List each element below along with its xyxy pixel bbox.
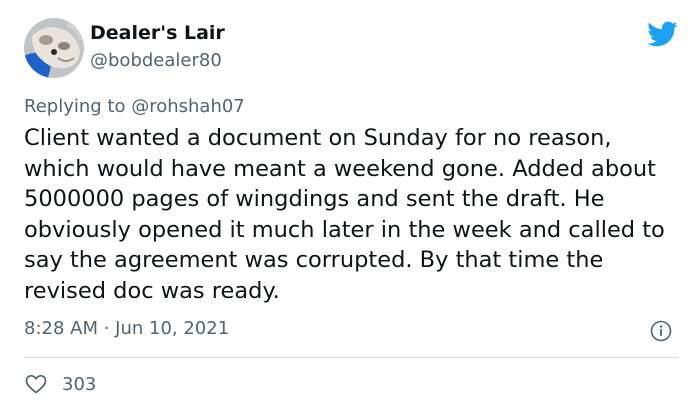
divider [24,357,678,358]
reply-prefix: Replying to [24,96,132,117]
tweet-card: Dealer's Lair @bobdealer80 Replying to @… [0,0,700,411]
like-count: 303 [62,373,97,395]
tweet-timestamp[interactable]: 8:28 AM · Jun 10, 2021 [24,318,229,339]
dog-avatar-icon [24,18,84,78]
info-icon[interactable] [650,320,672,342]
twitter-bird-icon[interactable] [646,18,678,50]
reply-mention-link[interactable]: @rohshah07 [131,96,245,117]
tweet-body: Client wanted a document on Sunday for n… [24,125,665,304]
avatar[interactable] [24,18,84,78]
heart-icon [25,374,47,394]
replying-to: Replying to @rohshah07 [24,96,245,117]
display-name[interactable]: Dealer's Lair [90,22,225,44]
user-handle[interactable]: @bobdealer80 [90,50,222,71]
like-button[interactable]: 303 [24,370,96,398]
